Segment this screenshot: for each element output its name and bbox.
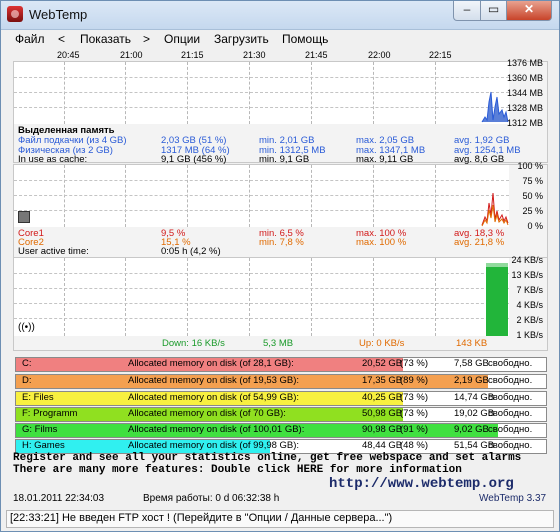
status-message: [22:33:21] Не введен FTP хост ! (Перейди… [10,512,393,524]
net-row: Down: 16 KB/s 5,3 MB Up: 0 KB/s 143 KB [162,338,488,349]
disk-free: 7,58 GB [454,358,489,369]
disk-bar-2[interactable]: E: Files Allocated memory on disk (of 54,… [15,391,547,406]
disk-percent: (91 %) [400,424,428,435]
disk-alloc-label: Allocated memory on disk (of 99,98 GB): [128,440,300,451]
y-tick: 50 % [522,191,543,201]
y-tick: 1376 MB [506,58,543,68]
disk-bar-0[interactable]: C: Allocated memory on disk (of 28,1 GB):… [15,357,547,372]
disk-free-label: свободно. [488,440,533,451]
memory-panel: 1376 MB 1360 MB 1344 MB 1328 MB 1312 MB … [13,58,548,165]
disk-alloc-label: Allocated memory on disk (of 100,01 GB): [128,424,305,435]
disk-free: 2,19 GB [454,375,489,386]
disk-used: 17,35 GB [362,375,403,386]
time-tick: 22:15 [429,50,452,60]
disk-bar-1[interactable]: D: Allocated memory on disk (of 19,53 GB)… [15,374,547,389]
time-tick: 21:15 [181,50,204,60]
close-button[interactable]: ✕ [506,1,552,21]
network-panel: ((•)) 24 KB/s 13 KB/s 7 KB/s 4 KB/s 2 KB… [13,255,548,351]
disk-alloc-label: Allocated memory on disk (of 28,1 GB): [128,358,294,369]
disk-free-label: свободно. [488,358,533,369]
y-tick: 24 KB/s [511,255,543,265]
memory-trace [481,91,509,123]
memory-graph [14,62,509,124]
active-time-row: User active time: 0:05 h (4,2 %) [18,246,221,257]
menu-show[interactable]: Показать [80,32,131,46]
title-bar[interactable]: WebTemp – ▭ ✕ [1,1,559,30]
menu-bar: Файл < Показать > Опции Загрузить Помощь [1,30,559,48]
status-bar: [22:33:21] Не введен FTP хост ! (Перейди… [6,510,554,528]
y-tick: 100 % [517,161,543,171]
disk-free-label: свободно. [488,408,533,419]
disk-name: G: Films [22,424,58,435]
main-window: WebTemp – ▭ ✕ Файл < Показать > Опции За… [0,0,560,532]
disk-used: 40,25 GB [362,392,403,403]
disk-percent: (73 %) [400,392,428,403]
menu-next[interactable]: > [143,32,150,46]
y-tick: 7 KB/s [516,285,543,295]
promo-line2: There are many more features: Double cli… [13,464,462,476]
disk-name: H: Games [22,440,65,451]
y-tick: 2 KB/s [516,315,543,325]
menu-help[interactable]: Помощь [282,32,328,46]
disk-alloc-label: Allocated memory on disk (of 19,53 GB): [128,375,300,386]
version: WebTemp 3.37 [479,493,547,504]
promo-text[interactable]: Register and see all your statistics onl… [13,452,553,476]
cpu-chip-icon [18,211,30,223]
y-tick: 25 % [522,206,543,216]
promo-line1: Register and see all your statistics onl… [13,452,522,464]
disk-used: 20,52 GB [362,358,403,369]
time-tick: 22:00 [368,50,391,60]
disk-used: 50,98 GB [362,408,403,419]
disk-percent: (73 %) [400,408,428,419]
network-bar [486,267,508,336]
window-title: WebTemp [29,7,88,22]
maximize-button[interactable]: ▭ [480,1,507,21]
y-tick: 4 KB/s [516,300,543,310]
disk-percent: (89 %) [400,375,428,386]
minimize-button[interactable]: – [453,1,481,21]
disk-used: 90,98 GB [362,424,403,435]
disk-bar-4[interactable]: G: Films Allocated memory on disk (of 100… [15,423,547,438]
disk-free-label: свободно. [488,392,533,403]
y-tick: 13 KB/s [511,270,543,280]
menu-file[interactable]: Файл [15,32,45,46]
y-tick: 75 % [522,176,543,186]
uptime: Время работы: 0 d 06:32:38 h [143,493,280,504]
cpu-trace [481,192,509,227]
time-tick: 21:30 [243,50,266,60]
disk-alloc-label: Allocated memory on disk (of 54,99 GB): [128,392,300,403]
disk-percent: (48 %) [400,440,428,451]
disk-used: 48,44 GB [362,440,403,451]
disk-percent: (73 %) [400,358,428,369]
menu-options[interactable]: Опции [164,32,200,46]
disk-name: F: Programm [22,408,78,419]
disk-alloc-label: Allocated memory on disk (of 70 GB): [128,408,286,419]
network-wave-icon: ((•)) [18,322,35,333]
disk-bar-3[interactable]: F: Programm Allocated memory on disk (of … [15,407,547,422]
cpu-panel: 100 % 75 % 50 % 25 % 0 % Core1 9,5 % min… [13,161,548,258]
disk-free: 9,02 GB [454,424,489,435]
disk-name: C: [22,358,32,369]
network-graph: ((•)) [14,258,509,336]
menu-prev[interactable]: < [58,32,65,46]
app-logo-icon [7,6,23,22]
y-tick: 1328 MB [506,103,543,113]
datetime: 18.01.2011 22:34:03 [13,493,105,504]
disk-free-label: свободно. [488,375,533,386]
time-tick: 20:45 [57,50,80,60]
time-tick: 21:00 [120,50,143,60]
y-tick: 1344 MB [506,88,543,98]
website-link[interactable]: http://www.webtemp.org [329,476,514,492]
disk-name: E: Files [22,392,54,403]
disk-name: D: [22,375,32,386]
menu-load[interactable]: Загрузить [214,32,269,46]
cpu-graph [14,165,509,227]
time-tick: 21:45 [305,50,328,60]
disk-free-label: свободно. [488,424,533,435]
y-tick: 1360 MB [506,73,543,83]
y-tick: 1312 MB [506,118,543,128]
